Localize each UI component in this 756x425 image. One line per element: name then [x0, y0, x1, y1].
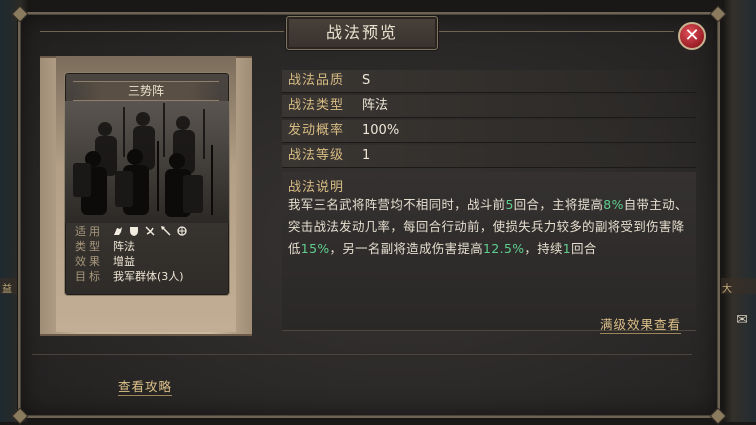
close-button[interactable]: ✕	[678, 22, 706, 50]
highlighted-value: 1	[562, 241, 572, 256]
info-row-quality: 战法品质 S	[282, 70, 696, 93]
soldiers-silhouette-art	[65, 101, 229, 223]
view-guide-link[interactable]: 查看攻略	[118, 376, 173, 396]
highlighted-value: 8%	[603, 197, 624, 212]
info-row-level: 战法等级 1	[282, 145, 696, 168]
prop-value: 我军群体(3人)	[113, 269, 184, 283]
description-segment: 回合	[571, 241, 597, 256]
description-segment: 我军三名武将阵营均不相同时，战斗前	[288, 197, 506, 212]
background-text-left: 益	[2, 284, 12, 295]
spear-icon	[161, 225, 171, 236]
tactic-name: 三势阵	[73, 81, 219, 101]
description-segment: ，另一名副将造成伤害提高	[329, 241, 484, 256]
archer-icon	[145, 226, 155, 236]
info-label: 战法等级	[288, 148, 345, 163]
info-label: 战法品质	[288, 73, 345, 88]
dialog-title: 战法预览	[286, 16, 438, 50]
description-segment: 回合，主将提高	[513, 197, 604, 212]
cavalry-icon	[113, 226, 123, 236]
tactic-properties: 适用 类型 阵法 效果 增益 目标 我军群体(3人)	[75, 223, 225, 283]
background-right	[722, 0, 756, 422]
close-icon: ✕	[684, 25, 700, 46]
info-row-probability: 发动概率 100%	[282, 120, 696, 143]
shield-icon	[129, 226, 139, 236]
description-segment: ，持续	[524, 241, 563, 256]
info-label: 发动概率	[288, 123, 345, 138]
unit-type-icons	[113, 225, 187, 236]
bottom-divider	[32, 354, 692, 355]
view-max-level-effect-link[interactable]: 满级效果查看	[600, 314, 682, 334]
prop-key: 效果	[75, 254, 103, 268]
tactic-card: 三势阵 适用 类型 阵法 效果 增益 目标 我军群体(3人)	[64, 72, 230, 296]
siege-icon	[177, 225, 187, 236]
title-divider	[40, 31, 284, 32]
description-title: 战法说明	[288, 180, 345, 195]
prop-value: 阵法	[113, 239, 135, 253]
info-row-type: 战法类型 阵法	[282, 95, 696, 118]
description-text: 我军三名武将阵营均不相同时，战斗前5回合，主将提高8%自带主动、突击战法发动几率…	[288, 194, 696, 260]
info-value: 100%	[362, 123, 400, 138]
info-value: S	[362, 73, 371, 88]
prop-value: 增益	[113, 254, 135, 268]
tactic-description-panel: 战法说明 我军三名武将阵营均不相同时，战斗前5回合，主将提高8%自带主动、突击战…	[282, 172, 696, 331]
chat-icon[interactable]: ✉	[736, 312, 748, 328]
prop-row-type: 类型 阵法	[75, 238, 225, 253]
highlighted-value: 15%	[300, 241, 330, 256]
highlighted-value: 5	[505, 197, 514, 212]
info-value: 阵法	[362, 98, 389, 113]
prop-row-effect: 效果 增益	[75, 253, 225, 268]
info-value: 1	[362, 148, 371, 163]
highlighted-value: 12.5%	[483, 241, 525, 256]
prop-key: 目标	[75, 269, 103, 283]
prop-row-applicable: 适用	[75, 223, 225, 238]
info-label: 战法类型	[288, 98, 345, 113]
background-text-right: 大	[722, 284, 732, 295]
title-divider	[438, 31, 674, 32]
prop-key: 类型	[75, 239, 103, 253]
prop-key: 适用	[75, 224, 103, 238]
prop-row-target: 目标 我军群体(3人)	[75, 268, 225, 283]
